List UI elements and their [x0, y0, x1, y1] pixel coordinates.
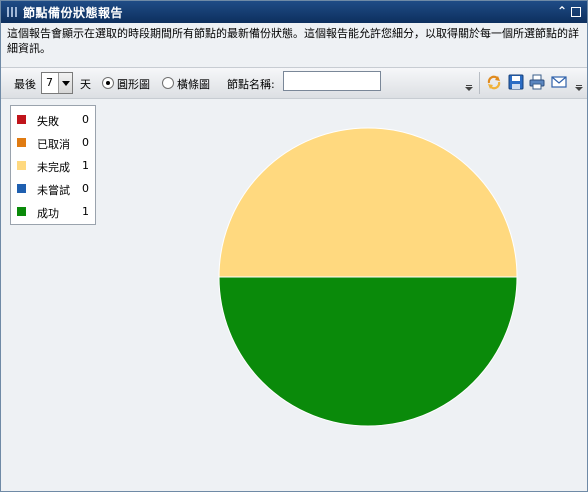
filter-dropdown-icon[interactable]: [465, 85, 473, 92]
days-select[interactable]: 7: [41, 72, 73, 94]
toolbar-overflow-icon[interactable]: [575, 85, 583, 92]
bar-chart-label[interactable]: 橫條圖: [177, 76, 210, 92]
pie-slice[interactable]: [218, 127, 518, 278]
refresh-icon[interactable]: [486, 74, 502, 90]
maximize-icon[interactable]: [571, 7, 581, 17]
email-icon[interactable]: [551, 74, 567, 90]
report-toolbar: 最後 7 天 圓形圖 橫條圖 節點名稱:: [1, 67, 587, 99]
days-unit-label: 天: [80, 78, 91, 91]
toolbar-divider: [479, 72, 480, 94]
pie-chart-label[interactable]: 圓形圖: [117, 76, 150, 92]
node-name-input[interactable]: [283, 71, 381, 91]
print-icon[interactable]: [529, 74, 545, 90]
pie-chart-radio[interactable]: [102, 77, 114, 89]
grip-icon: [7, 7, 17, 17]
window-title: 節點備份狀態報告: [23, 6, 124, 20]
report-window: 節點備份狀態報告 ⌃ 這個報告會顯示在選取的時段期間所有節點的最新備份狀態。這個…: [0, 0, 588, 492]
chevron-down-icon[interactable]: [58, 73, 72, 93]
node-name-label: 節點名稱:: [227, 78, 275, 91]
pie-chart: [218, 127, 518, 427]
pie-slice[interactable]: [218, 276, 518, 427]
collapse-icon[interactable]: ⌃: [555, 3, 569, 19]
save-icon[interactable]: [508, 74, 524, 90]
last-label: 最後: [14, 78, 36, 91]
bar-chart-radio[interactable]: [162, 77, 174, 89]
title-bar: 節點備份狀態報告 ⌃: [1, 1, 587, 23]
days-value: 7: [46, 76, 53, 89]
report-description: 這個報告會顯示在選取的時段期間所有節點的最新備份狀態。這個報告能允許您細分，以取…: [7, 27, 579, 55]
